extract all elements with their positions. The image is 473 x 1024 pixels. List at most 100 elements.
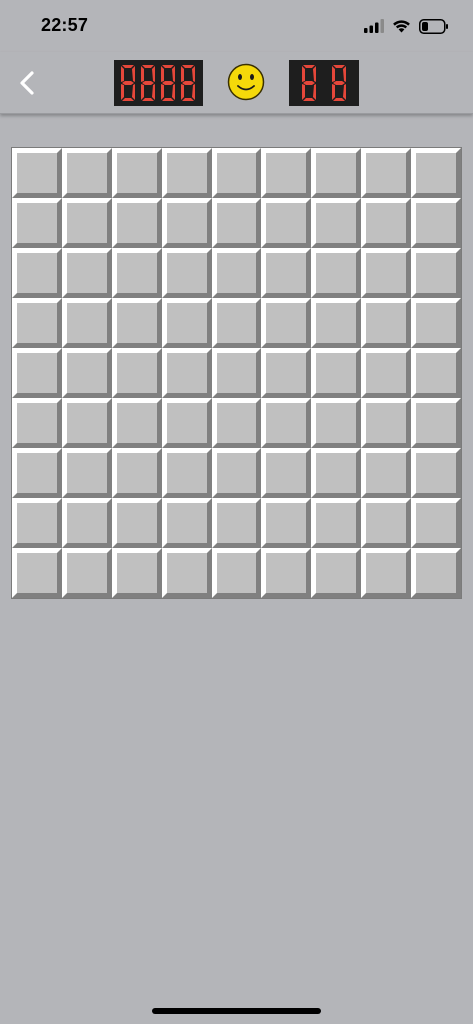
minefield-cell[interactable]	[111, 148, 162, 198]
minefield-cell[interactable]	[211, 548, 262, 598]
back-button[interactable]	[14, 66, 42, 100]
minefield-cell[interactable]	[261, 148, 312, 198]
minefield-cell[interactable]	[411, 298, 461, 348]
minefield-cell[interactable]	[12, 248, 62, 298]
minefield-cell[interactable]	[311, 498, 362, 548]
minefield-cell[interactable]	[311, 298, 362, 348]
timer-digit	[302, 65, 316, 101]
minefield-cell[interactable]	[161, 448, 212, 498]
minefield-cell[interactable]	[61, 398, 112, 448]
minefield-cell[interactable]	[111, 248, 162, 298]
minefield-cell[interactable]	[111, 198, 162, 248]
minefield-cell[interactable]	[211, 498, 262, 548]
segment-f	[141, 66, 144, 82]
minefield-cell[interactable]	[261, 348, 312, 398]
minefield-cell[interactable]	[361, 198, 412, 248]
minefield-cell[interactable]	[61, 448, 112, 498]
minefield-cell[interactable]	[261, 198, 312, 248]
minefield-cell[interactable]	[311, 248, 362, 298]
mine-counter-digit	[141, 65, 155, 101]
minefield-cell[interactable]	[211, 298, 262, 348]
reset-smiley-button[interactable]	[226, 62, 266, 102]
minefield-cell[interactable]	[211, 248, 262, 298]
segment-c	[132, 84, 135, 100]
minefield-cell[interactable]	[161, 248, 212, 298]
minefield-cell[interactable]	[261, 398, 312, 448]
minefield-cell[interactable]	[161, 148, 212, 198]
segment-c	[343, 84, 346, 100]
segment-e	[181, 84, 184, 100]
segment-g	[122, 81, 134, 85]
home-indicator[interactable]	[152, 1008, 321, 1014]
minefield-cell[interactable]	[12, 198, 62, 248]
minefield-cell[interactable]	[161, 398, 212, 448]
minefield-cell[interactable]	[261, 498, 312, 548]
minefield-cell[interactable]	[411, 398, 461, 448]
minefield-cell[interactable]	[411, 248, 461, 298]
minefield-cell[interactable]	[311, 548, 362, 598]
minefield-cell[interactable]	[61, 298, 112, 348]
minefield-cell[interactable]	[361, 148, 412, 198]
minefield-cell[interactable]	[61, 248, 112, 298]
minefield-cell[interactable]	[361, 398, 412, 448]
minefield-cell[interactable]	[161, 548, 212, 598]
minefield-cell[interactable]	[12, 398, 62, 448]
segment-b	[313, 66, 316, 82]
minefield-cell[interactable]	[411, 198, 461, 248]
minefield-cell[interactable]	[361, 498, 412, 548]
minefield-cell[interactable]	[211, 448, 262, 498]
minefield-cell[interactable]	[61, 148, 112, 198]
minefield-cell[interactable]	[361, 298, 412, 348]
minefield-cell[interactable]	[61, 348, 112, 398]
minefield-cell[interactable]	[111, 348, 162, 398]
minefield-cell[interactable]	[12, 498, 62, 548]
minefield-cell[interactable]	[12, 298, 62, 348]
minefield-cell[interactable]	[361, 448, 412, 498]
minefield-cell[interactable]	[261, 448, 312, 498]
minefield-cell[interactable]	[211, 198, 262, 248]
minefield-cell[interactable]	[161, 348, 212, 398]
minefield-cell[interactable]	[211, 148, 262, 198]
minefield-cell[interactable]	[211, 398, 262, 448]
minefield-cell[interactable]	[261, 248, 312, 298]
minefield-cell[interactable]	[311, 198, 362, 248]
minefield-cell[interactable]	[111, 298, 162, 348]
minefield-cell[interactable]	[311, 148, 362, 198]
minefield-cell[interactable]	[12, 348, 62, 398]
minefield-cell[interactable]	[411, 498, 461, 548]
minefield-cell[interactable]	[361, 548, 412, 598]
minefield-cell[interactable]	[12, 148, 62, 198]
minefield-cell[interactable]	[311, 448, 362, 498]
segment-f	[161, 66, 164, 82]
minefield-cell[interactable]	[12, 448, 62, 498]
minefield-cell[interactable]	[61, 198, 112, 248]
segment-f	[332, 66, 335, 82]
minefield-cell[interactable]	[111, 548, 162, 598]
segment-d	[142, 98, 154, 101]
minefield-cell[interactable]	[411, 348, 461, 398]
minefield-cell[interactable]	[361, 248, 412, 298]
minefield-cell[interactable]	[161, 498, 212, 548]
segment-a	[162, 65, 174, 68]
segment-a	[122, 65, 134, 68]
minefield-board	[11, 147, 462, 599]
minefield-cell[interactable]	[411, 548, 461, 598]
minefield-cell[interactable]	[61, 498, 112, 548]
minefield-cell[interactable]	[111, 498, 162, 548]
minefield-cell[interactable]	[111, 398, 162, 448]
minefield-cell[interactable]	[311, 348, 362, 398]
minefield-cell[interactable]	[311, 398, 362, 448]
minefield-cell[interactable]	[161, 198, 212, 248]
minefield-cell[interactable]	[61, 548, 112, 598]
segment-c	[313, 84, 316, 100]
minefield-cell[interactable]	[261, 548, 312, 598]
segment-b	[343, 66, 346, 82]
minefield-cell[interactable]	[411, 448, 461, 498]
minefield-cell[interactable]	[261, 298, 312, 348]
minefield-cell[interactable]	[411, 148, 461, 198]
minefield-cell[interactable]	[12, 548, 62, 598]
minefield-cell[interactable]	[111, 448, 162, 498]
minefield-cell[interactable]	[211, 348, 262, 398]
minefield-cell[interactable]	[361, 348, 412, 398]
minefield-cell[interactable]	[161, 298, 212, 348]
